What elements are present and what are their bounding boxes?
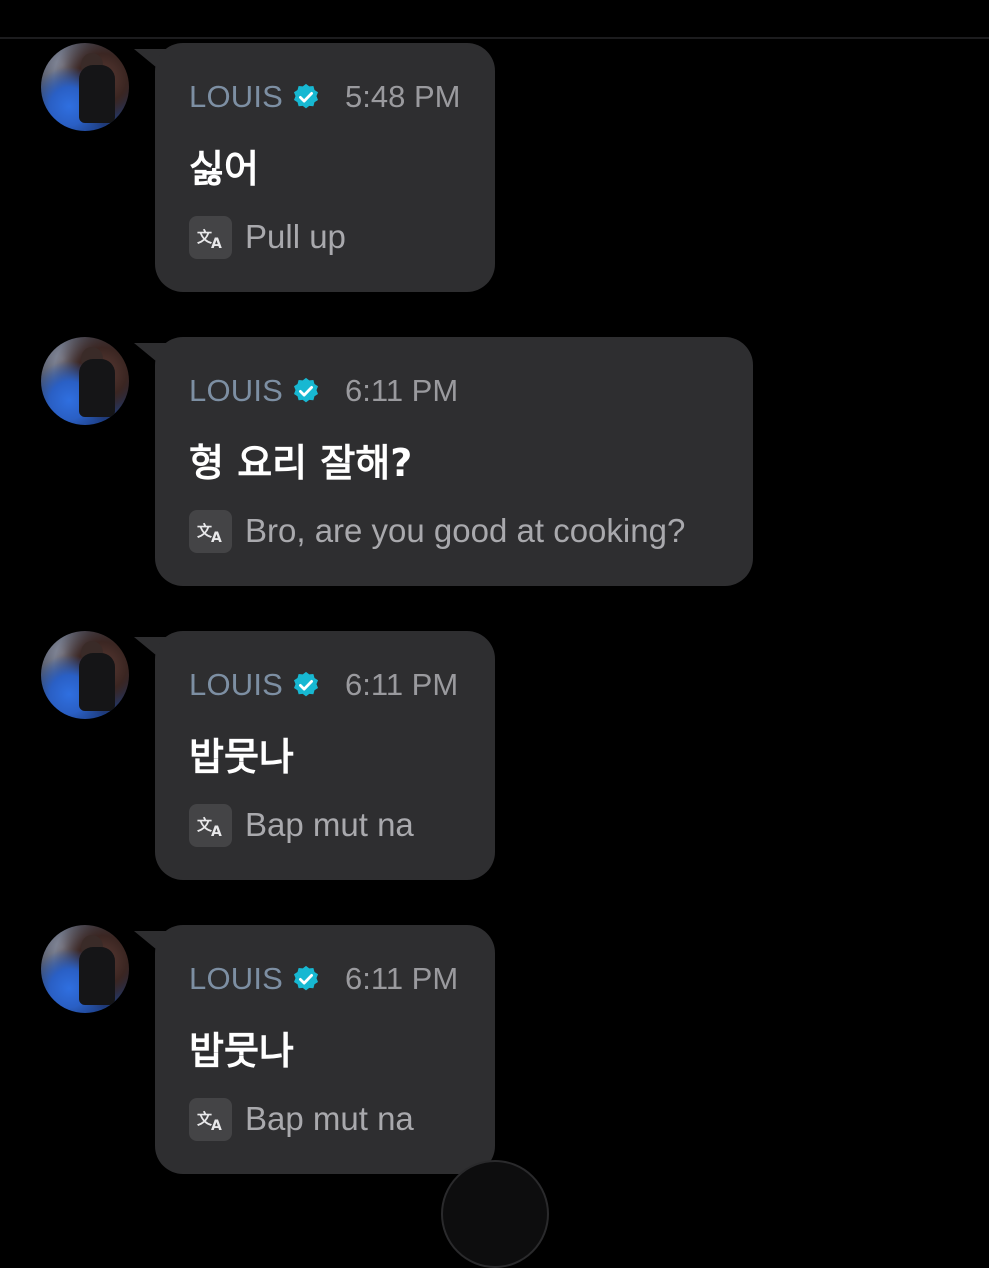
translated-text: Bap mut na	[245, 806, 414, 843]
message-bubble[interactable]: LOUIS 6:11 PM 형 요리 잘해? 文 A Bro, are you …	[155, 337, 753, 586]
chat-message[interactable]: LOUIS 6:11 PM 밥뭇나 文 A Bap mut na	[0, 925, 989, 1175]
translate-icon[interactable]: 文 A	[189, 509, 232, 553]
translation-row[interactable]: 文 A Bap mut na	[189, 1097, 414, 1141]
translate-icon[interactable]: 文 A	[189, 215, 232, 259]
scroll-down-button[interactable]	[441, 1160, 549, 1268]
message-text: 밥뭇나	[189, 1029, 294, 1073]
chat-message[interactable]: LOUIS 5:48 PM 싫어 文 A Pull up	[0, 43, 989, 293]
message-text: 싫어	[189, 147, 259, 191]
message-time: 6:11 PM	[345, 373, 459, 408]
message-bubble[interactable]: LOUIS 5:48 PM 싫어 文 A Pull up	[155, 43, 495, 292]
svg-text:A: A	[211, 824, 222, 838]
avatar[interactable]	[41, 925, 129, 1013]
translation-row[interactable]: 文 A Bap mut na	[189, 803, 414, 847]
message-text: 밥뭇나	[189, 735, 294, 779]
top-divider	[0, 37, 989, 39]
chat-message[interactable]: LOUIS 6:11 PM 밥뭇나 文 A Bap mut na	[0, 631, 989, 881]
verified-badge-icon	[294, 965, 319, 991]
verified-badge-icon	[294, 377, 319, 403]
svg-text:A: A	[211, 1118, 222, 1132]
avatar[interactable]	[41, 43, 129, 131]
translate-icon[interactable]: 文 A	[189, 1097, 232, 1141]
message-meta: LOUIS 6:11 PM	[189, 371, 458, 411]
message-time: 6:11 PM	[345, 961, 459, 996]
translated-text: Bap mut na	[245, 1100, 414, 1137]
avatar[interactable]	[41, 631, 129, 719]
translation-row[interactable]: 文 A Pull up	[189, 215, 346, 259]
verified-badge-icon	[294, 671, 319, 697]
avatar[interactable]	[41, 337, 129, 425]
svg-text:A: A	[211, 530, 222, 544]
author-name[interactable]: LOUIS	[189, 961, 283, 997]
translation-row[interactable]: 文 A Bro, are you good at cooking?	[189, 509, 685, 553]
translated-text: Bro, are you good at cooking?	[245, 512, 686, 549]
message-meta: LOUIS 6:11 PM	[189, 665, 458, 705]
author-name[interactable]: LOUIS	[189, 373, 283, 409]
author-name[interactable]: LOUIS	[189, 79, 283, 115]
chat-message[interactable]: LOUIS 6:11 PM 형 요리 잘해? 文 A Bro, are you …	[0, 337, 989, 587]
translated-text: Pull up	[245, 218, 346, 255]
svg-text:A: A	[211, 236, 222, 250]
message-bubble[interactable]: LOUIS 6:11 PM 밥뭇나 文 A Bap mut na	[155, 925, 495, 1174]
message-time: 5:48 PM	[345, 79, 461, 114]
message-time: 6:11 PM	[345, 667, 459, 702]
message-meta: LOUIS 5:48 PM	[189, 77, 460, 117]
author-name[interactable]: LOUIS	[189, 667, 283, 703]
message-meta: LOUIS 6:11 PM	[189, 959, 458, 999]
verified-badge-icon	[294, 83, 319, 109]
translate-icon[interactable]: 文 A	[189, 803, 232, 847]
message-text: 형 요리 잘해?	[189, 441, 413, 485]
message-bubble[interactable]: LOUIS 6:11 PM 밥뭇나 文 A Bap mut na	[155, 631, 495, 880]
